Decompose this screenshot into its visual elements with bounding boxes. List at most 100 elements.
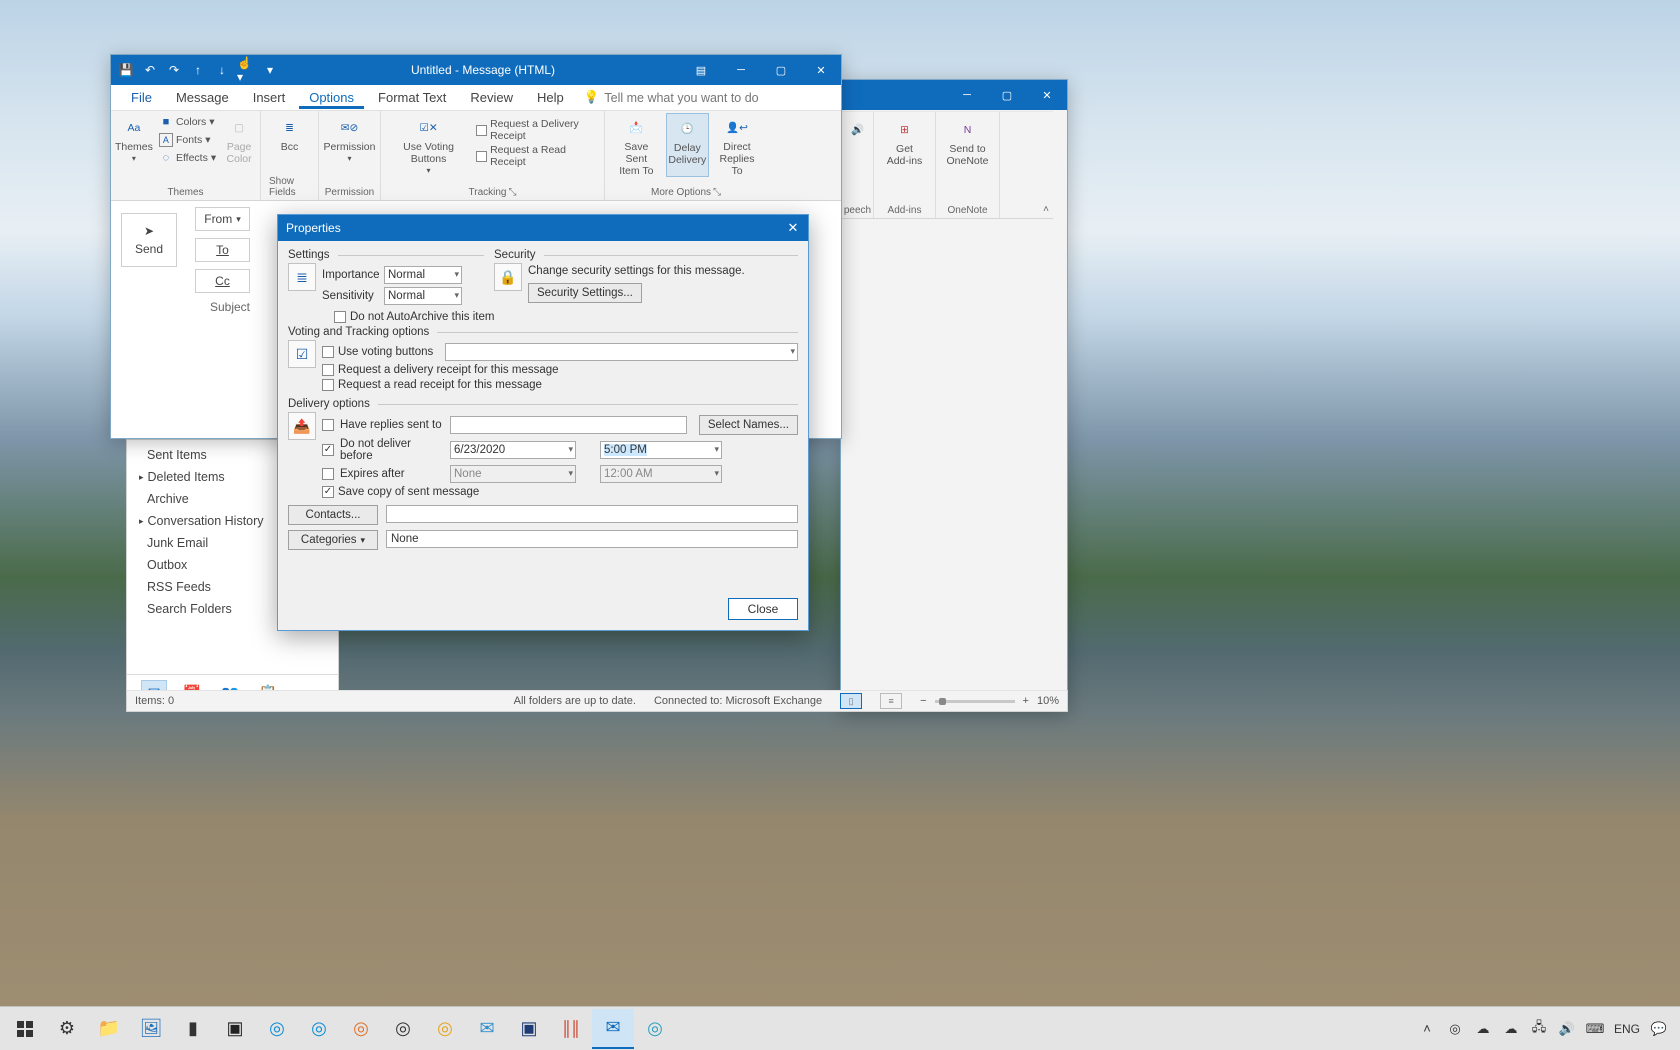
zoom-minus[interactable]: − [920,695,926,707]
do-not-deliver-time[interactable]: 5:00 PM▾ [600,441,722,459]
tray-keyboard-icon[interactable]: ⌨ [1586,1020,1604,1038]
ribbon-display-options[interactable]: ▤ [681,56,721,84]
cmd-icon[interactable]: ▣ [214,1009,256,1049]
maximize-button[interactable]: ▢ [761,56,801,84]
minimize-button[interactable]: ─ [947,81,987,109]
view-normal-icon[interactable]: ▯ [840,693,862,709]
get-addins-button[interactable]: ⊞ Get Add-ins [882,115,927,167]
edge-icon[interactable]: ◎ [256,1009,298,1049]
send-button[interactable]: ➤ Send [121,213,177,267]
cc-button[interactable]: Cc [195,269,250,293]
sensitivity-select[interactable]: Normal▾ [384,287,462,305]
settings-taskbar-icon[interactable]: ⚙ [46,1009,88,1049]
powershell-icon[interactable]: ▣ [508,1009,550,1049]
qat-customize-icon[interactable]: ▾ [261,61,279,79]
view-reading-icon[interactable]: ≡ [880,693,902,709]
close-button[interactable]: ✕ [778,216,808,240]
tray-language[interactable]: ENG [1614,1022,1640,1036]
replies-to-checkbox[interactable] [322,419,334,431]
use-voting-buttons[interactable]: ☑✕ Use Voting Buttons ▾ [387,113,470,175]
autoarchive-checkbox[interactable] [334,311,346,323]
voting-buttons-select[interactable]: ▾ [445,343,798,361]
app-icon[interactable]: ∥∥ [550,1009,592,1049]
tray-location-icon[interactable]: ◎ [1446,1020,1464,1038]
tab-file[interactable]: File [121,87,162,109]
message-titlebar[interactable]: 💾 ↶ ↷ ↑ ↓ ☝ ▾ ▾ Untitled - Message (HTML… [111,55,841,85]
colors-dropdown[interactable]: ■Colors ▾ [159,113,216,131]
security-settings-button[interactable]: Security Settings... [528,283,642,303]
close-button[interactable]: ✕ [801,56,841,84]
do-not-deliver-date[interactable]: 6/23/2020▾ [450,441,576,459]
use-voting-checkbox[interactable] [322,346,334,358]
terminal-icon[interactable]: ▮ [172,1009,214,1049]
expires-time[interactable]: 12:00 AM▾ [600,465,722,483]
touch-mode-icon[interactable]: ☝ ▾ [237,61,255,79]
chrome-icon[interactable]: ◎ [382,1009,424,1049]
categories-button[interactable]: Categories▾ [288,530,378,550]
close-dialog-button[interactable]: Close [728,598,798,620]
read-aloud-button[interactable]: 🔊 [838,115,878,142]
from-dropdown[interactable]: From ▾ [195,207,250,231]
save-sent-item-to-button[interactable]: 📩 Save Sent Item To [611,113,662,177]
categories-value[interactable]: None [386,530,798,548]
collapse-ribbon-icon[interactable]: ˄ [1043,204,1049,215]
delivery-receipt-checkbox[interactable]: Request a Delivery Receipt [476,121,598,139]
zoom-plus[interactable]: + [1023,695,1029,707]
tab-format-text[interactable]: Format Text [368,87,456,109]
edge-dev-icon[interactable]: ◎ [634,1009,676,1049]
outlook-taskbar-icon[interactable]: ✉ [592,1009,634,1049]
bcc-button[interactable]: ≣ Bcc [270,113,310,153]
redo-icon[interactable]: ↷ [165,61,183,79]
replies-to-input[interactable] [450,416,687,434]
photos-icon[interactable]: 🖼 [130,1009,172,1049]
tell-me-search[interactable]: 💡 Tell me what you want to do [584,90,759,105]
select-names-button[interactable]: Select Names... [699,415,798,435]
start-button[interactable] [4,1009,46,1049]
minimize-button[interactable]: ─ [721,56,761,84]
chrome-canary-icon[interactable]: ◎ [424,1009,466,1049]
themes-button[interactable]: Aa Themes ▾ [113,113,155,163]
dialog-launcher-icon[interactable]: ⤡ [508,187,516,198]
do-not-deliver-checkbox[interactable] [322,444,334,456]
save-icon[interactable]: 💾 [117,61,135,79]
expires-after-checkbox[interactable] [322,468,334,480]
read-receipt-checkbox[interactable] [322,379,334,391]
tray-notifications-icon[interactable]: 💬 [1650,1020,1668,1038]
to-button[interactable]: To [195,238,250,262]
tab-help[interactable]: Help [527,87,574,109]
undo-icon[interactable]: ↶ [141,61,159,79]
arrow-down-icon[interactable]: ↓ [213,61,231,79]
tray-network-icon[interactable]: 🖧 [1530,1020,1548,1038]
file-explorer-icon[interactable]: 📁 [88,1009,130,1049]
delay-delivery-button[interactable]: 🕒 Delay Delivery [666,113,709,177]
tray-onedrive2-icon[interactable]: ☁ [1502,1020,1520,1038]
direct-replies-button[interactable]: 👤↩ Direct Replies To [713,113,761,177]
send-to-onenote-button[interactable]: N Send to OneNote [944,115,992,167]
tab-insert[interactable]: Insert [243,87,296,109]
tab-options[interactable]: Options [299,87,364,109]
importance-select[interactable]: Normal▾ [384,266,462,284]
tray-onedrive-icon[interactable]: ☁ [1474,1020,1492,1038]
dialog-launcher-icon[interactable]: ⤡ [713,187,721,198]
firefox-icon[interactable]: ◎ [340,1009,382,1049]
delivery-receipt-checkbox[interactable] [322,364,334,376]
read-receipt-checkbox[interactable]: Request a Read Receipt [476,147,598,165]
tab-review[interactable]: Review [460,87,523,109]
arrow-up-icon[interactable]: ↑ [189,61,207,79]
permission-button[interactable]: ✉⊘ Permission ▾ [321,113,379,163]
expires-date[interactable]: None▾ [450,465,576,483]
save-copy-checkbox[interactable] [322,486,334,498]
maximize-button[interactable]: ▢ [987,81,1027,109]
zoom-slider[interactable] [935,700,1015,703]
fonts-dropdown[interactable]: AFonts ▾ [159,131,216,149]
mail-icon[interactable]: ✉ [466,1009,508,1049]
close-button[interactable]: ✕ [1027,81,1067,109]
outlook-titlebar[interactable]: ─ ▢ ✕ [841,80,1067,110]
contacts-button[interactable]: Contacts... [288,505,378,525]
edge-beta-icon[interactable]: ◎ [298,1009,340,1049]
contacts-input[interactable] [386,505,798,523]
tray-expand-icon[interactable]: ˄ [1418,1020,1436,1038]
page-color-button[interactable]: ▢ Page Color [220,113,258,165]
tab-message[interactable]: Message [166,87,239,109]
properties-titlebar[interactable]: Properties ✕ [278,215,808,241]
